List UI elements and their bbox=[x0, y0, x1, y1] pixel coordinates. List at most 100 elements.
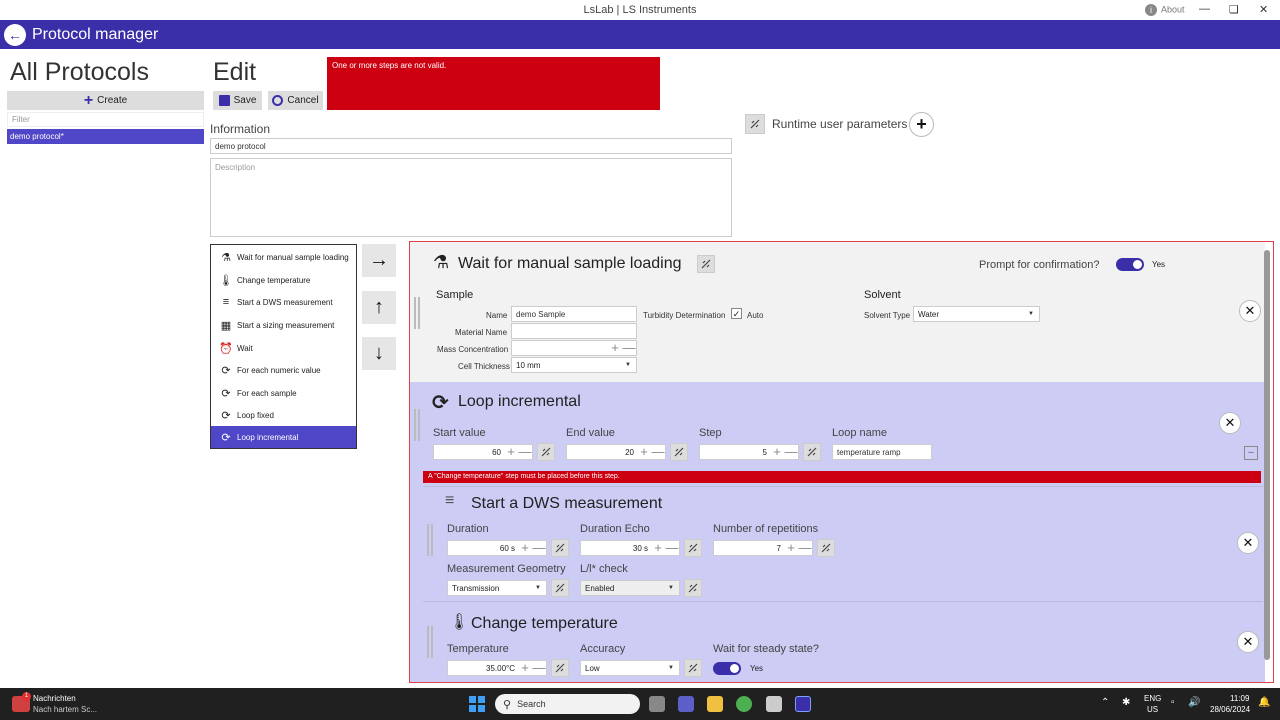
plus-icon[interactable]: + bbox=[637, 445, 651, 458]
minus-icon[interactable]: — bbox=[665, 541, 679, 554]
step-type-item[interactable]: ⟳ For each sample bbox=[211, 382, 356, 404]
minus-icon[interactable]: — bbox=[518, 445, 532, 458]
create-button[interactable]: + Create bbox=[7, 91, 204, 110]
lslab-app-icon[interactable] bbox=[795, 696, 811, 712]
remove-step-button[interactable]: ✕ bbox=[1239, 300, 1261, 322]
loop-name-input[interactable]: temperature ramp bbox=[832, 444, 932, 460]
link-icon[interactable] bbox=[551, 539, 569, 557]
save-button[interactable]: Save bbox=[213, 91, 262, 110]
drag-handle[interactable] bbox=[414, 297, 422, 329]
runtime-link-icon[interactable] bbox=[745, 114, 765, 134]
plus-icon[interactable]: + bbox=[608, 341, 622, 354]
move-up-button[interactable]: ↑ bbox=[362, 291, 396, 324]
minus-icon[interactable]: — bbox=[622, 341, 636, 354]
sample-name-input[interactable]: demo Sample bbox=[511, 306, 637, 322]
duration-echo-input[interactable]: 30 s + — bbox=[580, 540, 680, 556]
collapse-icon[interactable]: – bbox=[1244, 446, 1258, 460]
add-step-arrow-button[interactable]: → bbox=[362, 244, 396, 277]
protocol-list-item[interactable]: demo protocol* bbox=[7, 129, 204, 144]
add-runtime-parameter-button[interactable]: + bbox=[909, 112, 934, 137]
remove-step-button[interactable]: ✕ bbox=[1237, 631, 1259, 653]
plus-icon[interactable]: + bbox=[784, 541, 798, 554]
link-icon[interactable] bbox=[684, 579, 702, 597]
drag-handle[interactable] bbox=[414, 409, 422, 441]
temperature-input[interactable]: 35.00°C + — bbox=[447, 660, 547, 676]
teams-icon[interactable] bbox=[678, 696, 694, 712]
tools-icon[interactable] bbox=[766, 696, 782, 712]
step-type-item[interactable]: ≡ Start a DWS measurement bbox=[211, 291, 356, 313]
maximize-button[interactable]: ❏ bbox=[1229, 3, 1239, 16]
about-link[interactable]: i About bbox=[1145, 4, 1185, 16]
step-type-item[interactable]: ⚗ Wait for manual sample loading bbox=[211, 246, 356, 268]
geometry-select[interactable]: Transmission ▼ bbox=[447, 580, 547, 596]
clock-time[interactable]: 11:09 bbox=[1230, 694, 1249, 703]
start-value-input[interactable]: 60 + — bbox=[433, 444, 533, 460]
link-icon[interactable] bbox=[684, 659, 702, 677]
link-icon[interactable] bbox=[817, 539, 835, 557]
language-line1[interactable]: ENG bbox=[1144, 694, 1161, 703]
step-type-item[interactable]: ⟳ For each numeric value bbox=[211, 359, 356, 381]
duration-input[interactable]: 60 s + — bbox=[447, 540, 547, 556]
floppy-icon bbox=[218, 95, 230, 106]
back-arrow-icon[interactable]: ← bbox=[4, 24, 26, 46]
minus-icon[interactable]: — bbox=[651, 445, 665, 458]
turbidity-auto-checkbox[interactable]: ✓ bbox=[731, 308, 742, 319]
plus-icon[interactable]: + bbox=[770, 445, 784, 458]
link-icon[interactable] bbox=[697, 255, 715, 273]
repetitions-input[interactable]: 7 + — bbox=[713, 540, 813, 556]
step-type-item[interactable]: ▦ Start a sizing measurement bbox=[211, 314, 356, 336]
drag-handle[interactable] bbox=[427, 524, 435, 556]
link-icon[interactable] bbox=[551, 659, 569, 677]
close-window-button[interactable]: ✕ bbox=[1259, 3, 1268, 16]
mass-concentration-input[interactable]: + — bbox=[511, 340, 637, 356]
remove-step-button[interactable]: ✕ bbox=[1237, 532, 1259, 554]
steady-state-toggle[interactable] bbox=[713, 662, 741, 675]
lcheck-select[interactable]: Enabled ▼ bbox=[580, 580, 680, 596]
step-type-item[interactable]: ⏰ Wait bbox=[211, 337, 356, 359]
minus-icon[interactable]: — bbox=[532, 541, 546, 554]
step-type-item[interactable]: ⟳ Loop fixed bbox=[211, 404, 356, 426]
minus-icon[interactable]: — bbox=[784, 445, 798, 458]
plus-icon[interactable]: + bbox=[518, 541, 532, 554]
cancel-icon bbox=[272, 95, 284, 106]
description-input[interactable]: Description bbox=[210, 158, 732, 237]
file-explorer-icon[interactable] bbox=[707, 696, 723, 712]
step-type-item[interactable]: 🌡 Change temperature bbox=[211, 269, 356, 291]
cell-thickness-select[interactable]: 10 mm ▼ bbox=[511, 357, 637, 373]
step-input[interactable]: 5 + — bbox=[699, 444, 799, 460]
end-value-input[interactable]: 20 + — bbox=[566, 444, 666, 460]
chevron-up-icon[interactable]: ⌃ bbox=[1101, 697, 1109, 708]
volume-icon[interactable]: 🔊 bbox=[1188, 697, 1200, 708]
protocol-name-input[interactable]: demo protocol bbox=[210, 138, 732, 154]
solvent-type-select[interactable]: Water ▼ bbox=[913, 306, 1040, 322]
cancel-button[interactable]: Cancel bbox=[268, 91, 323, 110]
plus-icon[interactable]: + bbox=[504, 445, 518, 458]
drag-handle[interactable] bbox=[427, 626, 435, 658]
link-icon[interactable] bbox=[551, 579, 569, 597]
filter-input[interactable]: Filter bbox=[7, 112, 204, 127]
link-icon[interactable] bbox=[670, 443, 688, 461]
minus-icon[interactable]: — bbox=[798, 541, 812, 554]
taskbar-search[interactable]: ⚲ Search bbox=[495, 694, 640, 714]
minimize-button[interactable]: — bbox=[1199, 3, 1210, 15]
minus-icon[interactable]: — bbox=[532, 661, 546, 674]
link-icon[interactable] bbox=[684, 539, 702, 557]
task-view-icon[interactable] bbox=[649, 696, 665, 712]
step-type-item[interactable]: ⟳ Loop incremental bbox=[211, 426, 356, 448]
remove-step-button[interactable]: ✕ bbox=[1219, 412, 1241, 434]
link-icon[interactable] bbox=[537, 443, 555, 461]
move-down-button[interactable]: ↓ bbox=[362, 337, 396, 370]
network-icon[interactable]: ▫ bbox=[1171, 697, 1175, 708]
link-icon[interactable] bbox=[803, 443, 821, 461]
accuracy-select[interactable]: Low ▼ bbox=[580, 660, 680, 676]
chrome-icon[interactable] bbox=[736, 696, 752, 712]
prompt-toggle[interactable] bbox=[1116, 258, 1144, 271]
step-types-list: ⚗ Wait for manual sample loading 🌡 Change … bbox=[210, 244, 357, 449]
plus-icon[interactable]: + bbox=[651, 541, 665, 554]
bell-icon[interactable]: 🔔 bbox=[1258, 697, 1270, 708]
panel-scrollbar[interactable] bbox=[1264, 250, 1270, 660]
windows-start-icon[interactable] bbox=[469, 696, 485, 712]
plus-icon[interactable]: + bbox=[518, 661, 532, 674]
bluetooth-icon[interactable]: ✱ bbox=[1122, 697, 1130, 708]
material-name-input[interactable] bbox=[511, 323, 637, 339]
